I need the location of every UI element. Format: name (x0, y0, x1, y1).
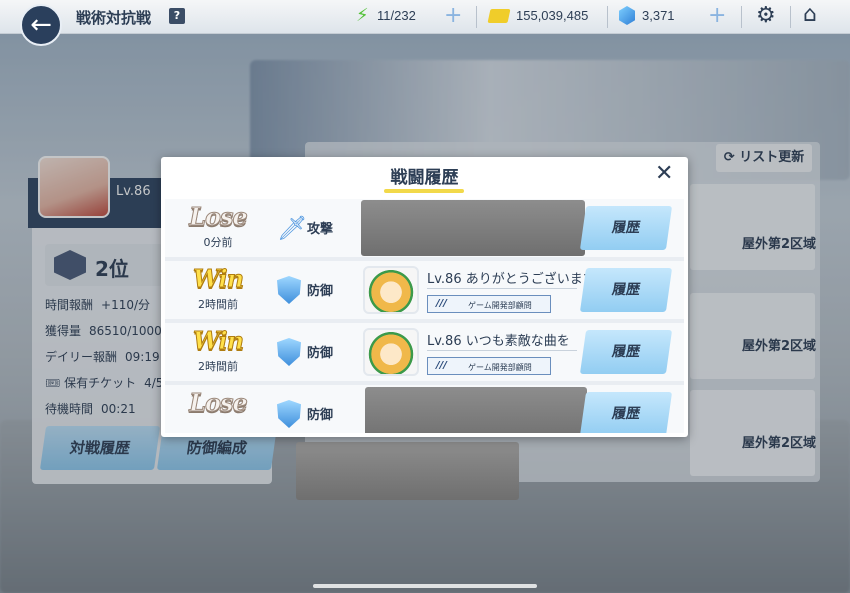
history-list[interactable]: Lose 0分前 🗡 攻撃 履歴 Win 2時間前 防御 Lv.86 ありがとう… (165, 199, 684, 433)
history-row: Win 2時間前 防御 Lv.86 いつも素敵な曲を /// ゲーム開発部顧問 履… (165, 323, 684, 381)
divider (607, 6, 608, 28)
obscured-block (296, 442, 519, 500)
history-button[interactable]: 履歴 (579, 268, 673, 312)
home-indicator[interactable] (313, 584, 537, 588)
add-gems-plus-icon[interactable]: + (708, 4, 726, 28)
credits-value: 155,039,485 (516, 8, 589, 23)
opponent-info: Lv.86 ありがとうございます (427, 268, 596, 287)
row-type: 防御 (307, 346, 334, 361)
help-icon[interactable]: ? (169, 8, 185, 24)
gems-value: 3,371 (642, 8, 675, 23)
result-win: Win (192, 264, 244, 294)
add-ap-plus-icon[interactable]: + (444, 4, 462, 28)
ap-lightning-icon: ⚡ (356, 5, 369, 26)
obscured-block (361, 200, 585, 256)
row-type: 防御 (307, 408, 334, 423)
row-type: 攻撃 (307, 222, 334, 237)
divider (790, 6, 791, 28)
history-button[interactable]: 履歴 (579, 206, 673, 250)
club-badge: /// ゲーム開発部顧問 (427, 357, 551, 375)
result-lose: Lose (189, 388, 249, 418)
row-time: 2時間前 (198, 298, 238, 311)
opponent-avatar (363, 266, 419, 314)
credit-icon (487, 9, 511, 23)
opponent-name: ありがとうございます (465, 272, 596, 287)
divider (476, 6, 477, 28)
club-logo-icon: /// (436, 360, 447, 371)
obscured-block (365, 387, 587, 433)
title-underline (384, 189, 464, 193)
shield-icon (277, 276, 301, 304)
modal-title: 戦闘履歴 (390, 168, 459, 188)
row-type: 防御 (307, 284, 334, 299)
club-name: ゲーム開発部顧問 (468, 363, 532, 372)
club-badge: /// ゲーム開発部顧問 (427, 295, 551, 313)
club-logo-icon: /// (436, 298, 447, 309)
close-icon[interactable]: ✕ (655, 162, 673, 186)
opponent-level: Lv.86 (427, 334, 462, 349)
home-icon[interactable]: ⌂ (803, 3, 817, 27)
shield-icon (277, 338, 301, 366)
divider (427, 288, 577, 289)
history-button[interactable]: 履歴 (579, 330, 673, 374)
history-button[interactable]: 履歴 (579, 392, 673, 433)
arrow-left-icon: ← (30, 10, 52, 40)
divider (741, 6, 742, 28)
back-button[interactable]: ← (20, 4, 62, 46)
history-row: Win 2時間前 防御 Lv.86 ありがとうございます /// ゲーム開発部顧問… (165, 261, 684, 319)
ap-value: 11/232 (377, 8, 416, 23)
sword-icon: 🗡 (277, 214, 308, 242)
result-win: Win (192, 326, 244, 356)
opponent-name: いつも素敵な曲を (465, 334, 570, 349)
battle-history-modal: 戦闘履歴 ✕ Lose 0分前 🗡 攻撃 履歴 Win 2時間前 防御 Lv.8… (161, 157, 688, 437)
screen-title: 戦術対抗戦 (76, 9, 152, 27)
divider (427, 350, 577, 351)
opponent-level: Lv.86 (427, 272, 462, 287)
gear-icon[interactable]: ⚙ (756, 4, 776, 28)
result-lose: Lose (189, 202, 249, 232)
club-name: ゲーム開発部顧問 (468, 301, 532, 310)
history-row: Lose 0分前 🗡 攻撃 履歴 (165, 199, 684, 257)
opponent-info: Lv.86 いつも素敵な曲を (427, 330, 570, 349)
shield-icon (277, 400, 301, 428)
opponent-avatar (363, 328, 419, 376)
row-time: 0分前 (203, 236, 233, 249)
row-time: 2時間前 (198, 360, 238, 373)
history-row: Lose 防御 履歴 (165, 385, 684, 433)
